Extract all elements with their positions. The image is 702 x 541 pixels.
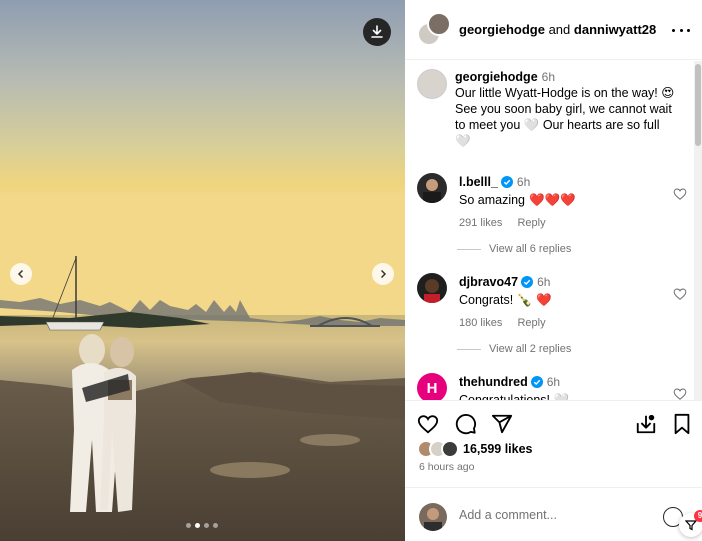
comments-list[interactable]: georgiehodge 6h Our little Wyatt-Hodge is… [405,61,702,400]
carousel-dot [186,523,191,528]
carousel-dot-active [195,523,200,528]
post-authors: georgiehodge and danniwyatt28 [459,22,656,37]
view-replies-label: View all 6 replies [489,243,572,255]
comment-emoji: ❤️ [536,293,552,307]
comment-input[interactable] [459,508,649,522]
verified-badge-icon [500,176,513,188]
comment-text: Congratulations! 🤍 [459,393,570,400]
caption-time[interactable]: 6h [542,70,555,84]
comment-time[interactable]: 6h [537,275,550,289]
avatar[interactable] [417,69,447,99]
avatar [427,11,451,36]
verified-badge-icon [521,276,534,288]
comment-item: djbravo47 6h Congrats! 🍾 ❤️ 180 likes Re… [417,273,687,329]
view-replies-label: View all 2 replies [489,343,572,355]
heart-icon[interactable] [417,413,439,435]
share-icon[interactable] [491,413,513,435]
author-conjunction: and [548,22,571,37]
download-button[interactable] [363,18,391,46]
bookmark-icon[interactable] [671,413,693,435]
collaborator-link[interactable]: danniwyatt28 [574,22,656,37]
carousel-dots [186,523,218,528]
caption-username[interactable]: georgiehodge [455,70,538,84]
avatar[interactable] [417,173,447,203]
notification-badge: 9 [694,510,702,522]
more-dots-icon [687,28,690,32]
comment-text: Congrats! 🍾 [459,293,533,307]
carousel-dot [204,523,209,528]
reply-button[interactable]: Reply [517,217,545,229]
more-dots-icon [672,28,675,32]
view-replies-button[interactable]: View all 6 replies [457,243,571,255]
download-icon [371,25,383,38]
avatar[interactable] [417,273,447,303]
post-image [0,0,405,541]
like-comment-heart-icon[interactable] [673,287,687,301]
carousel-dot [213,523,218,528]
divider [457,348,481,350]
like-comment-heart-icon[interactable] [673,187,687,201]
likes-summary[interactable]: 16,599 likes [417,440,533,458]
verified-badge-icon [530,376,543,388]
notifications-button[interactable]: 9 [679,510,702,537]
view-replies-button[interactable]: View all 2 replies [457,343,571,355]
avatar[interactable]: H [417,373,447,400]
caption-text: Our little Wyatt-Hodge is on the way! 😍 … [455,86,675,148]
like-comment-heart-icon[interactable] [673,387,687,400]
post-header: georgiehodge and danniwyatt28 [405,0,702,60]
avatar-image [424,508,442,531]
divider [457,248,481,250]
post-side-panel: georgiehodge and danniwyatt28 georgiehod… [405,0,702,541]
post-timestamp[interactable]: 6 hours ago [419,461,474,473]
avatar [419,503,447,531]
comment-item: H thehundred 6h Congratulations! 🤍 [417,373,687,400]
collab-avatars[interactable] [417,11,453,48]
reply-button[interactable]: Reply [517,317,545,329]
comment-time[interactable]: 6h [517,175,530,189]
comment-username[interactable]: djbravo47 [459,275,518,289]
avatar-letter: H [426,379,438,397]
comment-username[interactable]: thehundred [459,375,528,389]
post-photo [0,0,405,541]
comment-emoji: ❤️❤️❤️ [529,193,576,207]
chevron-right-icon [380,269,387,279]
avatar-image [424,279,440,303]
post-actions-bar [405,400,702,445]
comment-item: l.belll_ 6h So amazing ❤️❤️❤️ 291 likes … [417,173,687,229]
filter-icon [685,520,697,531]
author-link[interactable]: georgiehodge [459,22,545,37]
comment-text: So amazing [459,193,526,207]
likes-count[interactable]: 16,599 likes [463,442,533,456]
comment-icon[interactable] [455,413,477,435]
add-comment-bar [405,487,702,541]
comment-likes[interactable]: 291 likes [459,217,502,229]
carousel-next-button[interactable] [372,263,394,285]
chevron-left-icon [17,269,24,279]
more-options-button[interactable] [672,22,690,38]
comment-time[interactable]: 6h [547,375,560,389]
avatar-image [423,179,441,203]
carousel-prev-button[interactable] [10,263,32,285]
comment-username[interactable]: l.belll_ [459,175,498,189]
avatar [441,440,459,458]
more-dots-icon [679,28,683,32]
save-icon[interactable] [635,413,657,435]
comment-likes[interactable]: 180 likes [459,317,502,329]
post-caption: georgiehodge 6h Our little Wyatt-Hodge is… [417,69,675,149]
scrollbar-thumb[interactable] [695,64,701,146]
comments-scrollbar[interactable] [694,61,702,400]
